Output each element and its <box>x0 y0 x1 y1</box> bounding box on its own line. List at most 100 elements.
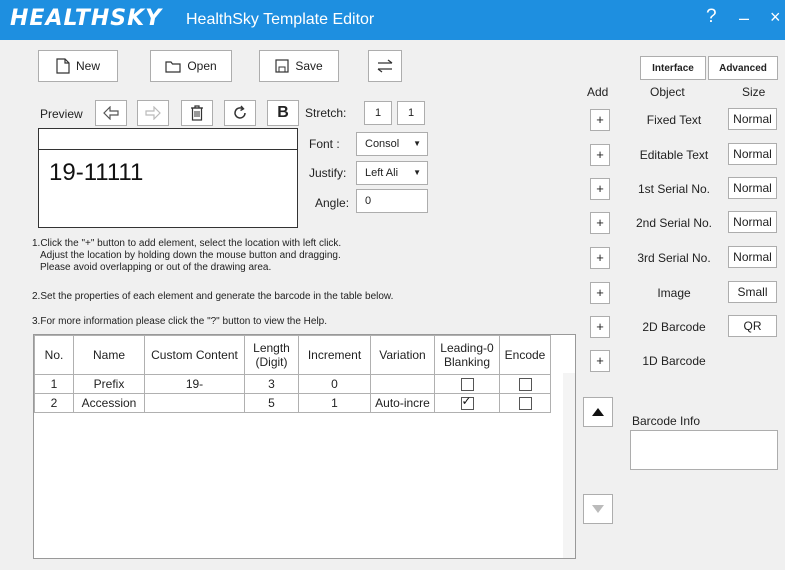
new-file-icon <box>56 58 70 74</box>
col-encode: Encode <box>499 335 551 375</box>
font-select[interactable]: Consol ▼ <box>356 132 428 156</box>
help-button[interactable]: ? <box>706 6 717 28</box>
col-custom: Custom Content <box>144 335 245 375</box>
cell-no: 2 <box>34 393 74 413</box>
object-fixed-text: Fixed Text <box>646 113 702 127</box>
window-title: HealthSky Template Editor <box>186 11 375 28</box>
swap-arrows-icon <box>377 59 393 73</box>
save-button[interactable]: Save <box>259 50 339 82</box>
cell-name[interactable]: Prefix <box>73 374 145 394</box>
size-1st-serial-button[interactable]: Normal <box>728 177 777 199</box>
rotate-icon <box>234 105 246 119</box>
add-2nd-serial-button[interactable]: + <box>590 212 610 234</box>
cell-length[interactable]: 3 <box>244 374 299 394</box>
cell-increment[interactable]: 1 <box>298 393 371 413</box>
instruction-3: Please avoid overlapping or out of the d… <box>40 262 272 273</box>
table-row[interactable]: 2 Accession 5 1 Auto-incre <box>34 393 551 413</box>
object-2d-barcode: 2D Barcode <box>642 320 706 334</box>
swap-button[interactable] <box>368 50 402 82</box>
move-down-button[interactable] <box>583 494 613 524</box>
instruction-1: 1.Click the "+" button to add element, s… <box>32 238 342 249</box>
stretch-y-input[interactable]: 1 <box>397 101 425 125</box>
add-fixed-text-button[interactable]: + <box>590 109 610 131</box>
rotate-button[interactable] <box>224 100 256 126</box>
instruction-2: Adjust the location by holding down the … <box>40 250 341 261</box>
add-image-button[interactable]: + <box>590 282 610 304</box>
open-label: Open <box>187 59 217 73</box>
add-3rd-serial-button[interactable]: + <box>590 247 610 269</box>
object-2nd-serial: 2nd Serial No. <box>635 216 713 230</box>
cell-increment[interactable]: 0 <box>298 374 371 394</box>
delete-button[interactable] <box>181 100 213 126</box>
cell-length[interactable]: 5 <box>244 393 299 413</box>
size-image-button[interactable]: Small <box>728 281 777 303</box>
preview-text[interactable]: 19-11111 <box>49 159 143 187</box>
cell-custom[interactable] <box>144 393 245 413</box>
object-3rd-serial: 3rd Serial No. <box>637 251 711 265</box>
save-icon <box>275 59 289 73</box>
element-grid: No. Name Custom Content Length (Digit) In… <box>34 335 551 413</box>
object-1st-serial: 1st Serial No. <box>637 182 711 196</box>
encode-checkbox[interactable] <box>518 378 532 392</box>
cell-custom[interactable]: 19- <box>144 374 245 394</box>
open-button[interactable]: Open <box>150 50 232 82</box>
col-name: Name <box>73 335 145 375</box>
title-bar: HEALTHSKY HealthSky Template Editor ? – … <box>0 0 785 40</box>
add-header: Add <box>587 85 609 99</box>
justify-value: Left Ali <box>365 167 399 179</box>
table-scrollbar[interactable] <box>563 373 575 558</box>
stretch-x-input[interactable]: 1 <box>364 101 392 125</box>
element-table[interactable]: No. Name Custom Content Length (Digit) In… <box>33 334 576 559</box>
new-button[interactable]: New <box>38 50 118 82</box>
cell-name[interactable]: Accession <box>73 393 145 413</box>
font-value: Consol <box>365 138 400 150</box>
dropdown-arrow-icon: ▼ <box>413 168 421 177</box>
minimize-button[interactable]: – <box>739 8 749 29</box>
cell-variation[interactable]: Auto-incre <box>370 393 435 413</box>
tab-interface[interactable]: Interface <box>640 56 706 80</box>
add-1d-barcode-button[interactable]: + <box>590 350 610 372</box>
move-up-button[interactable] <box>583 397 613 427</box>
dropdown-arrow-icon: ▼ <box>413 139 421 148</box>
col-increment: Increment <box>298 335 371 375</box>
blanking-checkbox[interactable] <box>460 394 474 411</box>
new-label: New <box>75 59 100 73</box>
barcode-info-label: Barcode Info <box>632 414 701 428</box>
size-3rd-serial-button[interactable]: Normal <box>728 246 777 268</box>
undo-button[interactable] <box>95 100 127 126</box>
tab-advanced[interactable]: Advanced <box>708 56 778 80</box>
folder-icon <box>165 60 181 73</box>
angle-input[interactable]: 0 <box>356 189 428 213</box>
font-label: Font : <box>309 137 340 151</box>
cell-blanking <box>434 393 500 413</box>
col-no: No. <box>34 335 74 375</box>
app-logo: HEALTHSKY <box>10 6 163 31</box>
redo-button[interactable] <box>137 100 169 126</box>
undo-icon <box>103 106 119 120</box>
table-row[interactable]: 1 Prefix 19- 3 0 <box>34 374 551 394</box>
add-2d-barcode-button[interactable]: + <box>590 316 610 338</box>
preview-label: Preview <box>40 107 83 121</box>
barcode-info-field[interactable] <box>630 430 778 470</box>
close-button[interactable]: × <box>770 7 781 28</box>
justify-label: Justify: <box>309 166 347 180</box>
stretch-label: Stretch: <box>305 106 347 120</box>
encode-checkbox[interactable] <box>518 397 532 411</box>
justify-select[interactable]: Left Ali ▼ <box>356 161 428 185</box>
size-fixed-text-button[interactable]: Normal <box>728 108 777 130</box>
blanking-checkbox[interactable] <box>460 378 474 392</box>
save-label: Save <box>295 59 323 73</box>
bold-button[interactable]: B <box>267 100 299 126</box>
cell-variation[interactable] <box>370 374 435 394</box>
col-variation: Variation <box>370 335 435 375</box>
cell-no: 1 <box>34 374 74 394</box>
preview-canvas[interactable]: 19-11111 <box>38 128 298 228</box>
size-2d-barcode-button[interactable]: QR <box>728 315 777 337</box>
cell-encode <box>499 393 551 413</box>
redo-icon <box>145 106 161 120</box>
object-image: Image <box>657 286 691 300</box>
size-editable-text-button[interactable]: Normal <box>728 143 777 165</box>
add-1st-serial-button[interactable]: + <box>590 178 610 200</box>
add-editable-text-button[interactable]: + <box>590 144 610 166</box>
size-2nd-serial-button[interactable]: Normal <box>728 211 777 233</box>
